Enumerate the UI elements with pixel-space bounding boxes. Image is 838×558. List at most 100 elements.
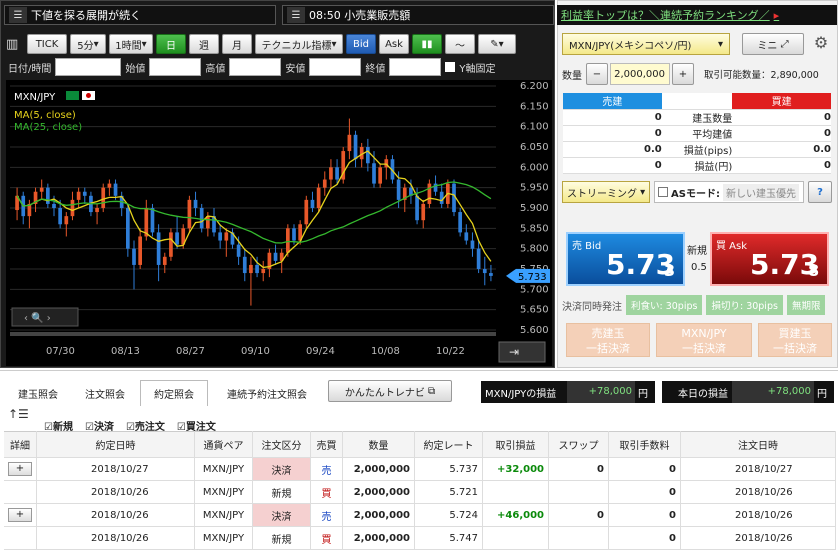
price-chart[interactable]: 6.200 6.150 6.100 6.050 6.000 5.950 5.900 5.850… [6,80,552,366]
detail-button[interactable] [4,526,37,550]
ask-button[interactable]: Ask [379,34,409,54]
qty-plus-button[interactable]: + [672,63,694,85]
as-mode[interactable]: ASモード: 新しい建玉優先 [654,181,804,203]
table-row[interactable]: +2018/10/27 MXN/JPY 決済売 2,000,000 5.737 +32,0… [4,457,836,481]
bulk-buy-button[interactable]: 買建玉 一括決済 [758,323,832,357]
col-qty[interactable]: 数量 [342,431,415,458]
gear-icon[interactable]: ⚙ [810,33,832,55]
datetime-label: 日付/時間 [8,63,52,75]
col-swap[interactable]: スワップ [548,431,609,458]
trade-navi-button[interactable]: かんたんトレナビ ⧉ [328,380,452,402]
news-ticker-middle[interactable]: ☰ 08:50 小売業販売額 [282,5,554,25]
pair-cell: MXN/JPY [194,480,253,504]
tab-chain-orders[interactable]: 連続予約注文照会 [208,381,326,405]
month-button[interactable]: 月 [222,34,252,54]
candle-body [415,195,419,221]
tick-button[interactable]: TICK [27,34,67,54]
range-select[interactable]: 1時間 ▾ [109,34,153,54]
x-tick-label: 09/10 [241,346,270,357]
week-button[interactable]: 週 [189,34,219,54]
tab-orders[interactable]: 注文照会 [70,381,140,405]
ohlc-row: 日付/時間 始値 高値 安値 終値 Y軸固定 [8,58,495,76]
candle-body [113,183,118,196]
line-chart-icon[interactable]: 〜 [445,34,475,54]
mini-button[interactable]: ミニ ⤢ [742,33,804,55]
candle-body [169,232,173,257]
x-tick-label: 10/22 [436,346,465,357]
table-row[interactable]: 2018/10/26 MXN/JPY 新規買 2,000,000 5.747 0 2018/… [4,526,836,550]
help-button[interactable]: ? [808,181,832,203]
expand-row-button[interactable]: + [8,462,32,476]
col-detail[interactable]: 詳細 [4,431,37,458]
yfix-label: Y軸固定 [459,63,496,75]
window-icon: ⧉ [428,385,436,397]
position-row: 0 建玉数量 0 [563,109,831,126]
ask-button-large[interactable]: 買 Ask 5.73 8 [710,232,829,286]
col-pair[interactable]: 通貨ペア [194,431,253,458]
sort-icon[interactable]: ↑☰ [8,407,29,421]
y-tick-label: 6.000 [520,162,549,173]
pair-select[interactable]: MXN/JPY(メキシコペソ/円) ▾ [562,33,730,55]
expand-row-button[interactable]: + [8,508,32,522]
list-icon: ☰ [287,7,305,23]
detail-button[interactable] [4,480,37,504]
ranking-link[interactable]: 利益率トップは？＼連続予約ランキング／ [561,7,770,23]
candle-body [218,232,222,241]
candle-body [292,228,296,241]
candle-body [52,203,56,208]
tab-executions[interactable]: 約定照会 [140,380,208,406]
qty-input[interactable]: 2,000,000 [610,63,670,85]
stop-loss-button[interactable]: 損切り: 30pips [706,295,783,315]
candle-body [439,191,444,204]
order-date-cell: 2018/10/26 [680,503,836,527]
as-checkbox[interactable] [658,187,668,197]
col-rate[interactable]: 約定レート [414,431,483,458]
col-fee[interactable]: 取引手数料 [608,431,681,458]
ranking-banner[interactable]: 利益率トップは？＼連続予約ランキング／ ▸ [557,5,837,25]
last-price-label: 5.733 [518,272,547,283]
legend-ma25: MA(25, close) [14,122,82,133]
news-ticker-left[interactable]: ☰ 下値を探る展開が続く [4,5,276,25]
table-row[interactable]: +2018/10/26 MXN/JPY 決済売 2,000,000 5.724 +46,0… [4,503,836,527]
order-date-cell: 2018/10/27 [680,457,836,481]
bid-button[interactable]: Bid [346,34,376,54]
candle-body [46,187,50,204]
col-order-date[interactable]: 注文日時 [680,431,836,458]
candle-body [470,240,475,249]
candle-body [64,216,69,225]
col-exec-date[interactable]: 約定日時 [36,431,195,458]
bid-button-large[interactable]: 売 Bid 5.73 3 [566,232,685,286]
table-row[interactable]: 2018/10/26 MXN/JPY 新規買 2,000,000 5.721 0 2018/… [4,480,836,504]
candle-body [39,187,44,192]
col-pl[interactable]: 取引損益 [482,431,549,458]
bulk-pair-button[interactable]: MXN/JPY 一括決済 [656,323,752,357]
mini-label: ミニ [757,40,778,52]
expiry-button[interactable]: 無期限 [786,295,826,315]
col-kind[interactable]: 注文区分 [252,431,311,458]
candle-body [476,248,481,269]
col-side[interactable]: 売買 [310,431,343,458]
list-icon: ☰ [9,7,27,23]
streaming-select[interactable]: ストリーミング ▾ [562,181,650,203]
day-button[interactable]: 日 [156,34,186,54]
candlestick-icon[interactable]: ▮▮ [412,34,442,54]
pnl-unit: 円 [817,388,827,400]
y-tick-label: 5.800 [520,244,549,255]
yfix-checkbox[interactable] [445,62,456,72]
chart-icon[interactable]: ▥ [6,37,24,52]
indicator-select[interactable]: テクニカル指標 ▾ [255,34,343,54]
news-headline: 08:50 小売業販売額 [309,9,411,22]
period-select[interactable]: 5分 ▾ [70,34,106,54]
streaming-label: ストリーミング [567,188,637,200]
candle-body [58,208,62,225]
candle-body [249,264,253,274]
low-label: 安値 [285,63,306,75]
bulk-sell-button[interactable]: 売建玉 一括決済 [566,323,650,357]
candle-body [396,179,401,200]
draw-tool-icon[interactable]: ✎▾ [478,34,516,54]
take-profit-button[interactable]: 利食い: 30pips [626,295,703,315]
qty-minus-button[interactable]: − [586,63,608,85]
swap-cell [548,526,609,550]
x-tick-label: 08/27 [176,346,205,357]
tab-positions[interactable]: 建玉照会 [6,381,70,405]
